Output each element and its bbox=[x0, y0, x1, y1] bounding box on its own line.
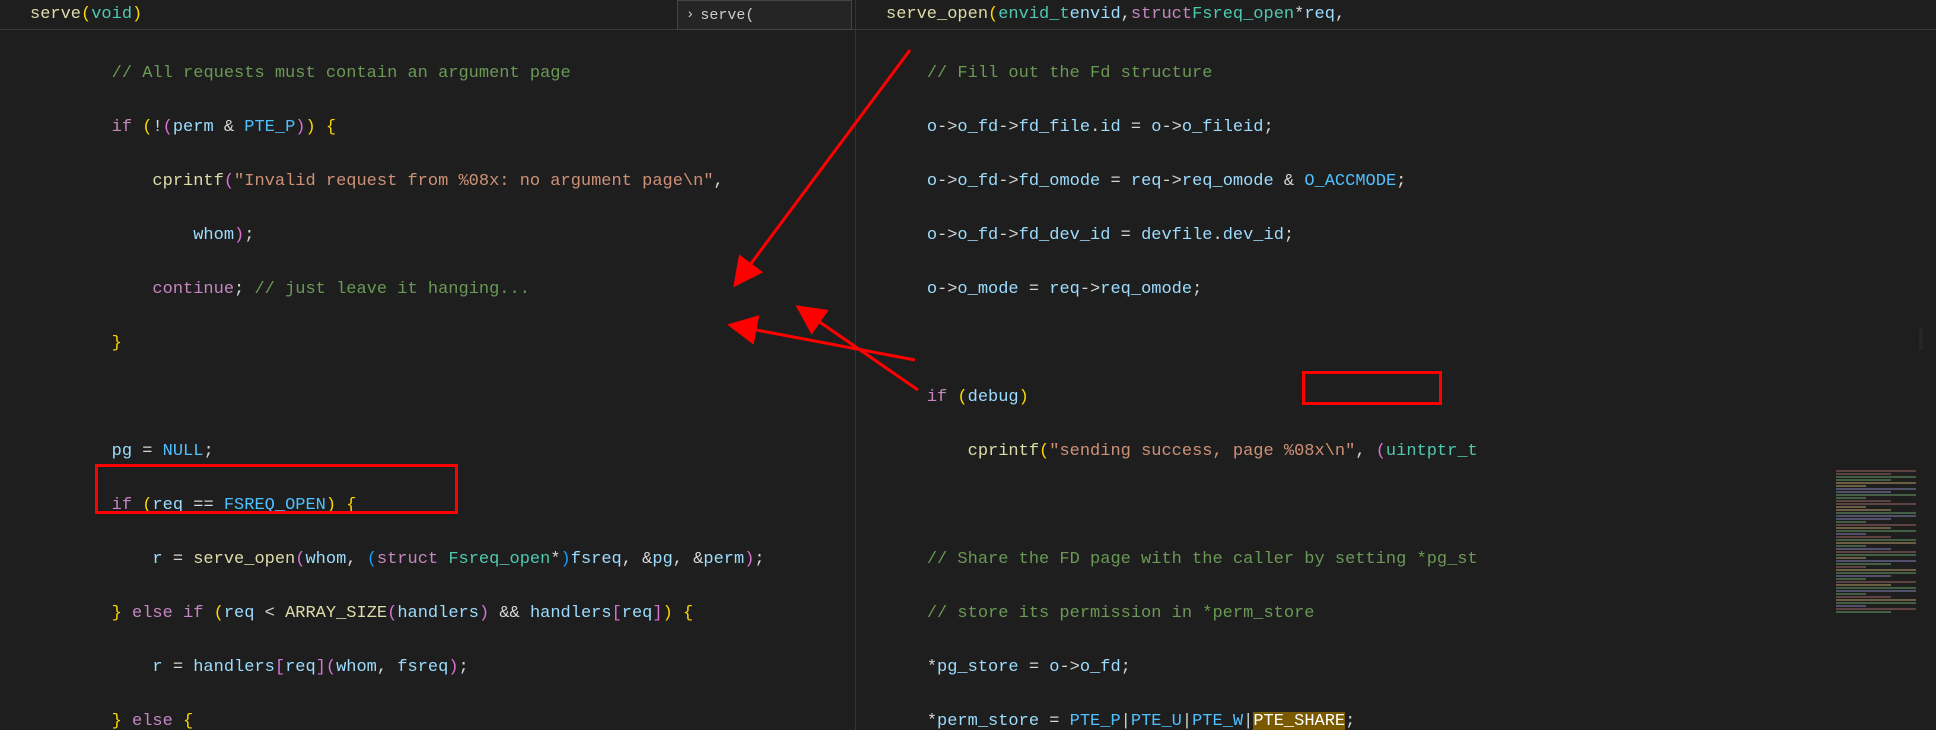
sticky-fn-r: serve_open bbox=[886, 1, 988, 28]
find-highlight: PTE_SHARE bbox=[1253, 712, 1345, 730]
breadcrumb[interactable]: › serve( bbox=[677, 0, 852, 30]
editor-pane-right[interactable]: serve_open(envid_t envid, struct Fsreq_o… bbox=[855, 0, 1936, 730]
editor-pane-left[interactable]: serve(void) › serve( // All requests mus… bbox=[0, 0, 855, 730]
breadcrumb-text: serve( bbox=[700, 2, 754, 29]
chevron-right-icon: › bbox=[686, 2, 694, 29]
minimap[interactable] bbox=[1836, 30, 1936, 720]
code-right[interactable]: // Fill out the Fd structure o->o_fd->fd… bbox=[856, 30, 1936, 730]
sticky-fn: serve bbox=[30, 1, 81, 28]
sticky-scroll-right[interactable]: serve_open(envid_t envid, struct Fsreq_o… bbox=[856, 0, 1936, 30]
code-left[interactable]: // All requests must contain an argument… bbox=[0, 30, 855, 730]
